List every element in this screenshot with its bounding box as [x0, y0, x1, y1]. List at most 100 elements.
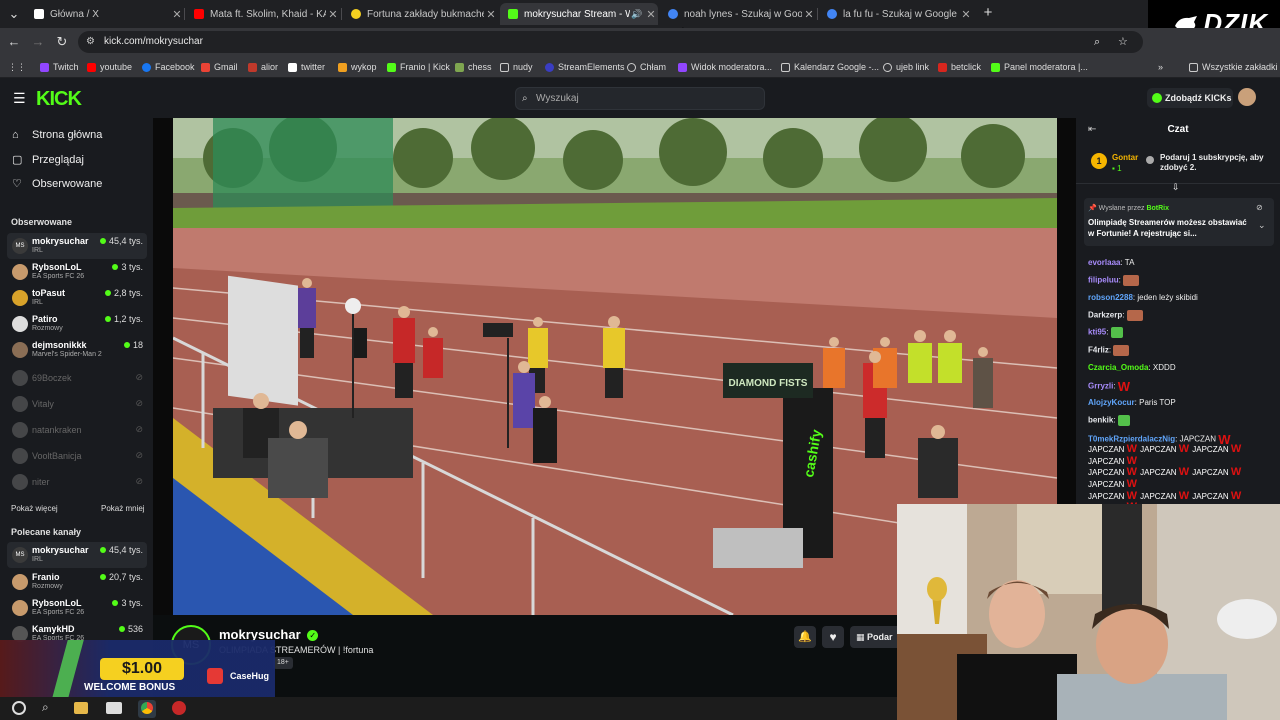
- site-info-icon[interactable]: ⚙: [86, 31, 95, 53]
- app-red-icon[interactable]: [172, 701, 186, 715]
- bookmark-kalendarz[interactable]: Kalendarz Google -...: [781, 60, 879, 74]
- browser-tab-1[interactable]: Główna / X ✕: [26, 3, 184, 25]
- browser-tab-4-active[interactable]: mokrysuchar Stream - Watch 🔊 ✕: [500, 3, 658, 25]
- pin-icon: 📌: [1088, 205, 1099, 212]
- chat-username[interactable]: Darkzerp: [1088, 311, 1122, 320]
- close-icon[interactable]: ✕: [802, 8, 816, 21]
- speaker-icon[interactable]: 🔊: [630, 9, 644, 20]
- search-icon[interactable]: ⌕: [42, 700, 49, 715]
- chat-username[interactable]: robson2288: [1088, 293, 1133, 302]
- tab-search-icon[interactable]: ⌄: [6, 6, 22, 22]
- search-input[interactable]: ⌕ Wyszukaj: [515, 87, 765, 110]
- windows-start-icon[interactable]: [12, 701, 26, 715]
- bookmark-twitter[interactable]: twitter: [288, 60, 325, 74]
- webcam-scene: [897, 504, 1280, 720]
- bookmark-streamelements[interactable]: StreamElements: [545, 60, 625, 74]
- close-icon[interactable]: ✕: [959, 8, 973, 21]
- bookmark-all[interactable]: Wszystkie zakładki: [1189, 60, 1278, 74]
- bookmark-chlam[interactable]: Chłam: [627, 60, 666, 74]
- back-icon[interactable]: ←: [6, 34, 22, 50]
- unpin-icon[interactable]: ⊘: [1256, 203, 1263, 212]
- scroll-down-icon[interactable]: ⇩: [1172, 182, 1180, 193]
- recommended-channel[interactable]: RybsonLoL EA Sports FC 26 3 tys.: [7, 595, 147, 621]
- chat-username[interactable]: filipeluu: [1088, 276, 1119, 285]
- bookmark-alior[interactable]: alior: [248, 60, 278, 74]
- chat-username[interactable]: Czarcia_Omoda: [1088, 363, 1148, 372]
- recommended-channel[interactable]: MS mokrysuchar IRL 45,4 tys.: [7, 542, 147, 568]
- browser-tab-6[interactable]: la fu fu - Szukaj w Google ✕: [819, 3, 973, 25]
- followed-channel-offline[interactable]: natankraken ⊘: [7, 417, 147, 443]
- app-icon[interactable]: [106, 702, 122, 714]
- chat-spam-word: JAPCZAN: [1088, 491, 1127, 501]
- chat-username[interactable]: F4rliz: [1088, 346, 1109, 355]
- show-more-link[interactable]: Pokaż więcej: [11, 504, 58, 513]
- close-icon[interactable]: ✕: [170, 8, 184, 21]
- heart-follow-icon[interactable]: ♥: [822, 626, 844, 648]
- bookmark-twitch[interactable]: Twitch: [40, 60, 79, 74]
- bookmark-chess[interactable]: chess: [455, 60, 492, 74]
- followed-channel[interactable]: dejmsonikkk Marvel's Spider-Man 2 18: [7, 337, 147, 363]
- w-emote-icon: W: [1126, 466, 1141, 479]
- channel-avatar: [12, 474, 28, 490]
- bookmark-facebook[interactable]: Facebook: [142, 60, 195, 74]
- bookmark-nudy[interactable]: nudy: [500, 60, 533, 74]
- zoom-icon[interactable]: ⌕: [1094, 31, 1100, 53]
- chevron-down-icon[interactable]: ⌄: [1258, 220, 1266, 231]
- show-less-link[interactable]: Pokaż mniej: [101, 504, 145, 513]
- chat-spam-word: JAPCZAN: [1088, 456, 1127, 466]
- chat-emote-icon: [1126, 310, 1143, 321]
- kick-logo[interactable]: KICK: [36, 88, 82, 111]
- channel-avatar: [12, 370, 28, 386]
- chat-username[interactable]: benkik: [1088, 416, 1113, 425]
- rank-badge: 1: [1091, 153, 1107, 169]
- file-explorer-icon[interactable]: [74, 702, 88, 714]
- followed-channel[interactable]: RybsonLoL EA Sports FC 26 3 tys.: [7, 259, 147, 285]
- nav-following[interactable]: ♡ Obserwowane: [12, 177, 102, 191]
- browser-tab-2[interactable]: Mata ft. Skolim, Khaid - KAMIKAZE ✕: [186, 3, 340, 25]
- browser-tab-3[interactable]: Fortuna zakłady bukmacherskie ✕: [343, 3, 498, 25]
- menu-icon[interactable]: ☰: [13, 90, 26, 107]
- followed-channel[interactable]: toPasut IRL 2,8 tys.: [7, 285, 147, 311]
- bookmark-gmail[interactable]: Gmail: [201, 60, 238, 74]
- followed-channel[interactable]: MS mokrysuchar IRL 45,4 tys.: [7, 233, 147, 259]
- browser-tab-5[interactable]: noah lynes - Szukaj w Google ✕: [660, 3, 816, 25]
- new-tab-button[interactable]: +: [980, 5, 996, 21]
- chat-spam-word: JAPCZAN: [1140, 468, 1179, 478]
- bookmark-widok-moderatora[interactable]: Widok moderatora...: [678, 60, 772, 74]
- chat-username[interactable]: Grryzli: [1088, 382, 1113, 391]
- reload-icon[interactable]: ↻: [54, 34, 70, 50]
- close-icon[interactable]: ✕: [326, 8, 340, 21]
- w-emote-icon: W: [1178, 466, 1193, 479]
- bookmark-label: twitter: [301, 62, 326, 72]
- close-icon[interactable]: ✕: [484, 8, 498, 21]
- user-avatar[interactable]: [1238, 88, 1256, 106]
- gift-sub-prompt[interactable]: Podaruj 1 subskrypcję, aby zdobyć 2.: [1160, 153, 1270, 173]
- bookmark-star-icon[interactable]: ☆: [1118, 31, 1128, 53]
- bookmark-franio[interactable]: Franio | Kick: [387, 60, 450, 74]
- bookmark-youtube[interactable]: youtube: [87, 60, 132, 74]
- followed-channel-offline[interactable]: niter ⊘: [7, 469, 147, 495]
- url-field[interactable]: ⚙ kick.com/mokrysuchar ⌕ ☆: [78, 31, 1143, 53]
- chevron-right-icon[interactable]: »: [1158, 60, 1163, 74]
- gift-button[interactable]: ▦ Podar: [850, 626, 900, 648]
- followed-channel-offline[interactable]: VooltBanicja ⊘: [7, 443, 147, 469]
- apps-icon[interactable]: ⋮⋮: [8, 60, 26, 74]
- bookmark-panel-moderatora[interactable]: Panel moderatora |...: [991, 60, 1088, 74]
- bookmark-wykop[interactable]: wykop: [338, 60, 377, 74]
- recommended-channel[interactable]: Franio Rozmowy 20,7 tys.: [7, 569, 147, 595]
- bookmark-betclick[interactable]: betclick: [938, 60, 981, 74]
- followed-channel[interactable]: Patiro Rozmowy 1,2 tys.: [7, 311, 147, 337]
- close-icon[interactable]: ✕: [644, 8, 658, 21]
- followed-channel-offline[interactable]: Vitaly ⊘: [7, 391, 147, 417]
- bookmark-ujeb-link[interactable]: ujeb link: [883, 60, 929, 74]
- chat-username[interactable]: evorlaaa: [1088, 258, 1120, 267]
- bell-icon[interactable]: 🔔: [794, 626, 816, 648]
- nav-home[interactable]: ⌂ Strona główna: [12, 129, 102, 141]
- forward-icon[interactable]: →: [30, 34, 46, 50]
- chat-username[interactable]: AlojzyKocur: [1088, 398, 1135, 407]
- followed-channel-offline[interactable]: 69Boczek ⊘: [7, 365, 147, 391]
- nav-browse[interactable]: ▢ Przeglądaj: [12, 153, 84, 167]
- chat-username[interactable]: kti95: [1088, 328, 1106, 337]
- get-kicks-button[interactable]: Zdobądź KICKs: [1147, 88, 1233, 108]
- offline-icon: ⊘: [135, 372, 143, 382]
